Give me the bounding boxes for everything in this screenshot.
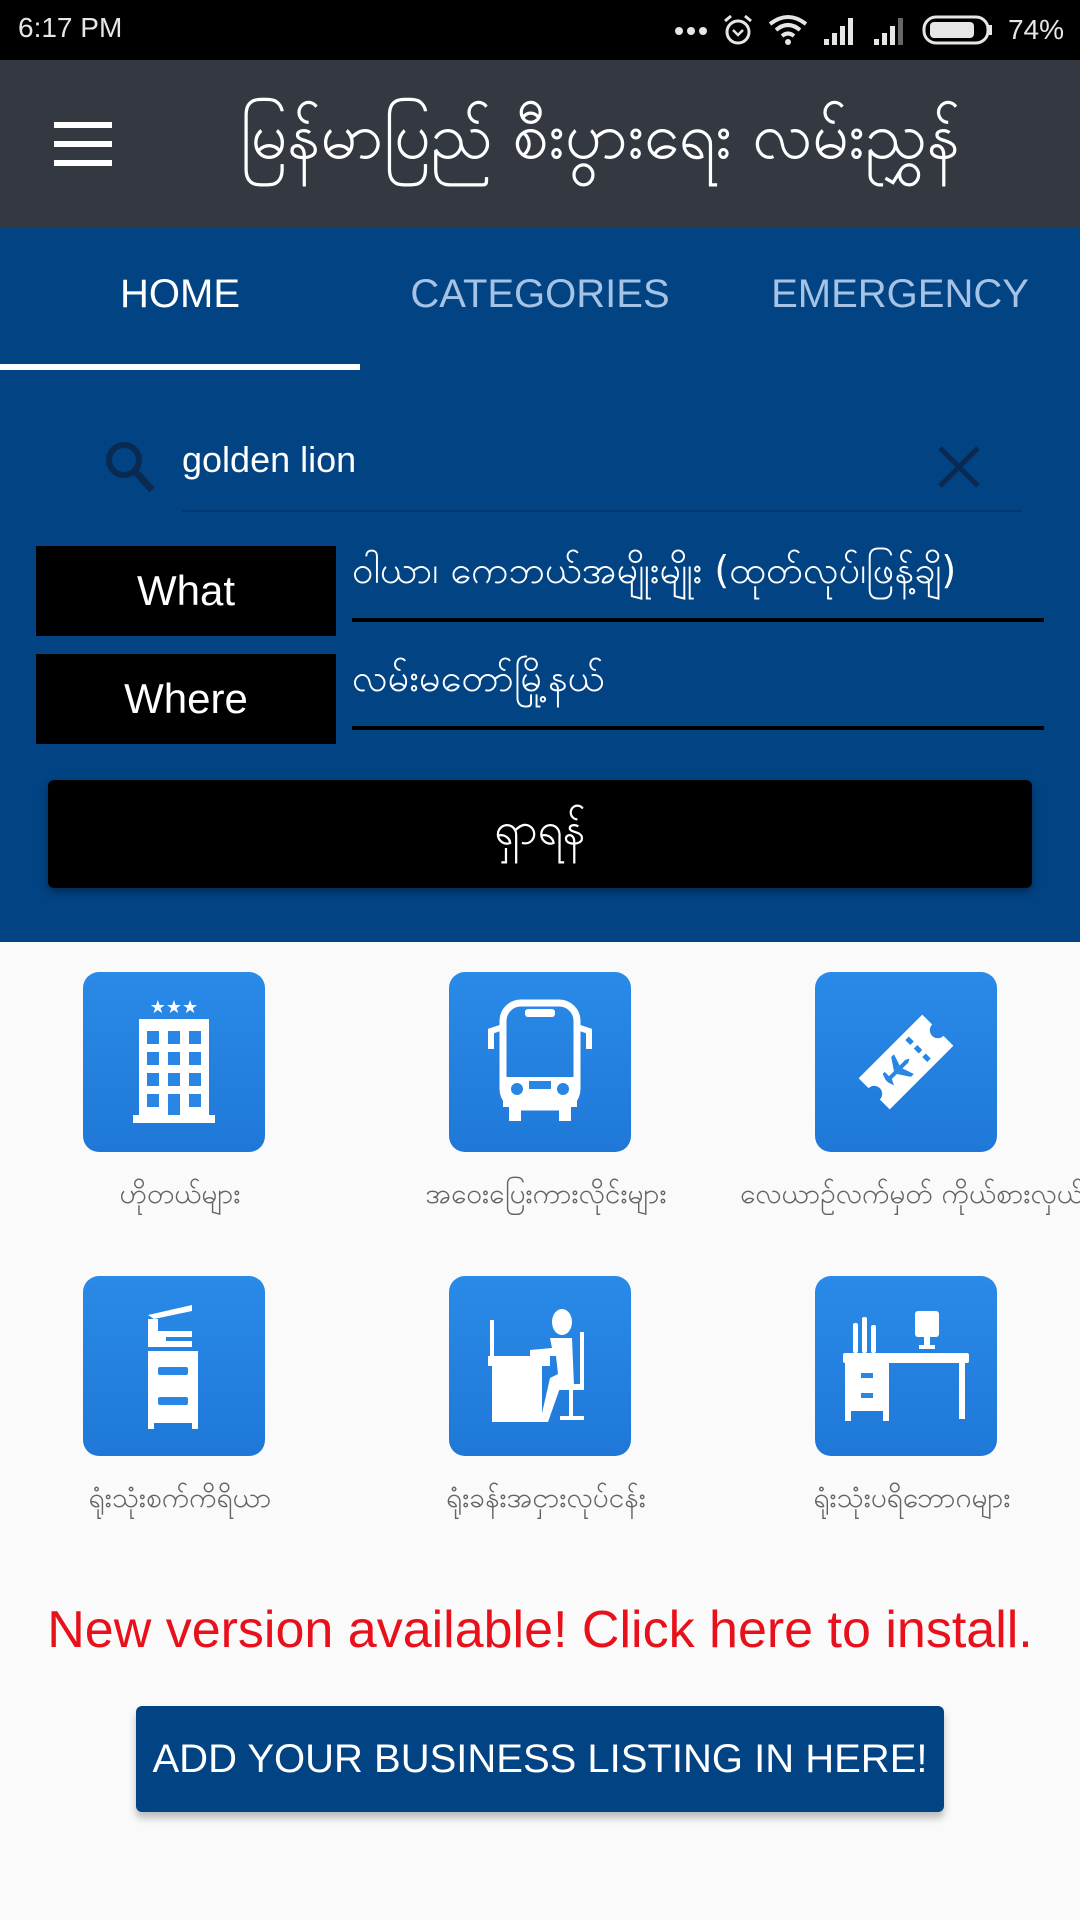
copier-icon bbox=[148, 1305, 198, 1429]
what-field[interactable]: ဝါယာ၊ ကေဘယ်အမျိုးမျိုး (ထုတ်လုပ်၊ဖြန့်ချ… bbox=[352, 546, 1044, 606]
tab-emergency[interactable]: EMERGENCY bbox=[720, 272, 1080, 317]
search-panel: HOME CATEGORIES EMERGENCY What ဝါယာ၊ ကေဘ… bbox=[0, 228, 1080, 942]
what-underline bbox=[352, 618, 1044, 622]
app-title: မြန်မာပြည် စီးပွားရေး လမ်းညွှန် bbox=[240, 100, 960, 174]
tab-indicator bbox=[0, 364, 360, 370]
category-tile[interactable] bbox=[449, 972, 631, 1152]
plane-ticket-icon bbox=[858, 1014, 954, 1110]
category-label: ရုံးသုံးစက်ကိရိယာ bbox=[88, 1481, 272, 1514]
battery-percent: 74% bbox=[1007, 14, 1064, 45]
where-field[interactable]: လမ်းမတော်မြို့နယ် bbox=[352, 654, 1044, 714]
category-tile[interactable] bbox=[815, 972, 997, 1152]
status-bar: 6:17 PM 74% bbox=[0, 0, 1080, 60]
where-label: Where bbox=[36, 654, 336, 744]
search-input[interactable] bbox=[182, 428, 1022, 492]
office-desk-icon bbox=[843, 1311, 969, 1421]
add-business-listing-button[interactable]: ADD YOUR BUSINESS LISTING IN HERE! bbox=[136, 1706, 944, 1812]
category-tile[interactable] bbox=[449, 1276, 631, 1456]
close-icon[interactable] bbox=[934, 442, 984, 492]
signal-icon bbox=[823, 18, 853, 45]
more-dots-icon bbox=[674, 27, 707, 35]
where-underline bbox=[352, 726, 1044, 730]
app-bar: မြန်မာပြည် စီးပွားရေး လမ်းညွှန် bbox=[0, 60, 1080, 228]
status-icons: 74% bbox=[674, 10, 1064, 50]
svg-text:★★★: ★★★ bbox=[150, 997, 198, 1018]
tab-bar: HOME CATEGORIES EMERGENCY bbox=[0, 228, 1080, 372]
category-tile[interactable]: ★★★ bbox=[83, 972, 265, 1152]
tab-home[interactable]: HOME bbox=[0, 272, 360, 317]
tab-categories[interactable]: CATEGORIES bbox=[360, 272, 720, 317]
category-tile[interactable] bbox=[83, 1276, 265, 1456]
office-worker-icon bbox=[488, 1309, 584, 1422]
what-label: What bbox=[36, 546, 336, 636]
wifi-icon bbox=[768, 15, 808, 45]
search-underline bbox=[182, 510, 1022, 512]
signal-icon-2 bbox=[873, 18, 903, 45]
category-tile[interactable] bbox=[815, 1276, 997, 1456]
battery-icon bbox=[922, 15, 992, 45]
category-label: အဝေးပြေးကားလိုင်းများ bbox=[425, 1177, 667, 1210]
category-label: ရုံးသုံးပရိဘောဂများ bbox=[813, 1481, 1011, 1514]
category-label: လေယာဉ်လက်မှတ် ကိုယ်စားလှယ် bbox=[740, 1177, 1080, 1210]
hamburger-menu-icon[interactable] bbox=[54, 122, 112, 166]
search-button[interactable]: ရှာရန် bbox=[48, 780, 1032, 888]
status-time: 6:17 PM bbox=[18, 12, 123, 43]
hotel-icon: ★★★ bbox=[133, 997, 215, 1123]
alarm-icon bbox=[723, 14, 752, 45]
search-icon[interactable] bbox=[100, 436, 160, 496]
bus-icon bbox=[488, 999, 592, 1121]
update-notice-link[interactable]: New version available! Click here to ins… bbox=[0, 1600, 1080, 1660]
category-label: ဟိုတယ်များ bbox=[119, 1177, 241, 1210]
category-label: ရုံးခန်းအငှားလုပ်ငန်း bbox=[446, 1481, 646, 1514]
